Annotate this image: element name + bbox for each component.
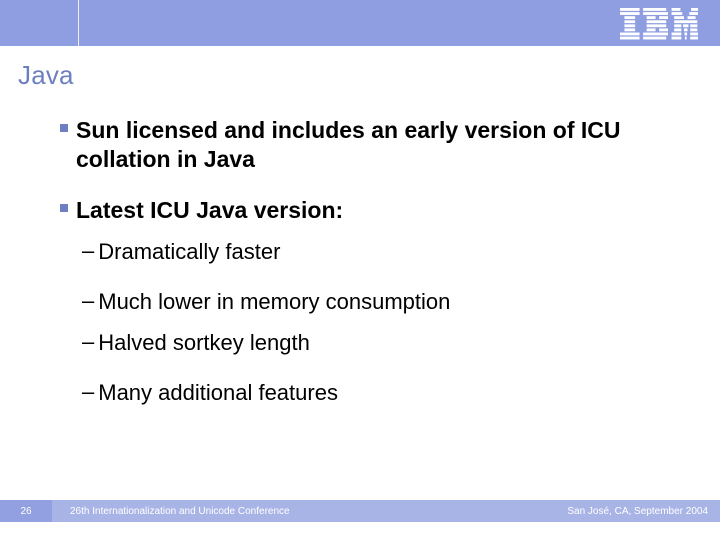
slide-content: Sun licensed and includes an early versi… — [60, 104, 690, 406]
bullet-text: Halved sortkey length — [98, 329, 310, 357]
slide-title: Java — [18, 60, 74, 91]
header-divider — [78, 0, 79, 46]
dash-bullet-icon: – — [82, 379, 94, 405]
footer-right-text: San José, CA, September 2004 — [567, 506, 708, 517]
bullet-text: Latest ICU Java version: — [76, 196, 343, 225]
bullet-text: Much lower in memory consumption — [98, 288, 450, 316]
bullet-level2: – Dramatically faster — [82, 238, 690, 266]
dash-bullet-icon: – — [82, 238, 94, 264]
bullet-text: Many additional features — [98, 379, 338, 407]
bullet-level2: – Many additional features — [82, 379, 690, 407]
page-number: 26 — [0, 500, 52, 522]
square-bullet-icon — [60, 204, 68, 212]
bullet-text: Dramatically faster — [98, 238, 280, 266]
footer-left-text: 26th Internationalization and Unicode Co… — [70, 506, 290, 517]
bullet-text: Sun licensed and includes an early versi… — [76, 116, 690, 174]
slide: Java Sun licensed and includes an early … — [0, 0, 720, 540]
dash-bullet-icon: – — [82, 329, 94, 355]
dash-bullet-icon: – — [82, 288, 94, 314]
bullet-level1: Sun licensed and includes an early versi… — [60, 116, 690, 174]
square-bullet-icon — [60, 124, 68, 132]
bullet-level1: Latest ICU Java version: — [60, 196, 690, 225]
bullet-level2: – Much lower in memory consumption — [82, 288, 690, 316]
bullet-level2: – Halved sortkey length — [82, 329, 690, 357]
ibm-logo-icon — [620, 8, 698, 40]
header-band — [0, 0, 720, 46]
footer-bar: 26 26th Internationalization and Unicode… — [0, 500, 720, 522]
